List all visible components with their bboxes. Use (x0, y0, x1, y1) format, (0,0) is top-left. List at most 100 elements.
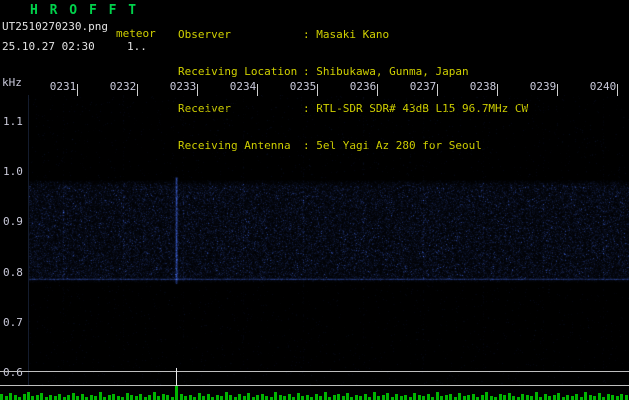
signal-bar (337, 394, 340, 400)
freq-unit-label: kHz (2, 76, 22, 89)
signal-bar (4, 396, 8, 400)
signal-bar (247, 393, 251, 400)
minute-tick (137, 84, 138, 96)
signal-bar (413, 393, 417, 400)
filename: UT2510270230.png (2, 20, 108, 33)
signal-bar (597, 393, 601, 400)
signal-bar (575, 394, 579, 400)
signal-bar (175, 386, 179, 400)
signal-bar (296, 393, 300, 400)
minute-tick (617, 84, 618, 96)
signal-bar (242, 396, 246, 400)
signal-bar (507, 393, 511, 400)
x-tick-label: 0240 (589, 80, 617, 93)
signal-bar (566, 395, 570, 400)
signal-bar (125, 393, 129, 400)
signal-bar (588, 395, 592, 400)
signal-bar (422, 396, 426, 400)
info-row-observer: Observer: Masaki Kano (178, 27, 528, 41)
signal-bar (359, 396, 363, 400)
info-label: Receiving Location (178, 65, 298, 79)
signal-bar (377, 396, 381, 400)
signal-bar (354, 395, 358, 400)
y-tick-label: 0.7 (3, 315, 23, 329)
signal-bar (215, 395, 219, 400)
signal-bar (332, 395, 336, 400)
signal-bar (134, 396, 138, 400)
observation-datetime: 25.10.27 02:30 (2, 40, 95, 53)
minute-tick (377, 84, 378, 96)
signal-bar (31, 396, 35, 400)
signal-bar (323, 392, 327, 400)
signal-bar (543, 394, 547, 400)
signal-bar (98, 392, 102, 400)
signal-bar (525, 395, 529, 400)
spectrogram-canvas (28, 95, 629, 385)
signal-bar (319, 396, 322, 400)
signal-bar (404, 395, 408, 400)
signal-bar (462, 396, 466, 400)
signal-bar (615, 396, 619, 400)
x-tick-label: 0239 (529, 80, 557, 93)
signal-bar (9, 393, 12, 400)
signal-bar (584, 392, 588, 400)
signal-bar (593, 396, 597, 400)
signal-bar (49, 395, 53, 400)
info-value: Shibukawa, Gunma, Japan (316, 65, 469, 79)
minute-tick (257, 84, 258, 96)
signal-bar (345, 393, 349, 400)
signal-bars-strip (0, 386, 629, 400)
x-tick-label: 0238 (469, 80, 497, 93)
signal-bar (552, 395, 556, 400)
signal-bar (265, 396, 269, 400)
spectrogram-bottom-divider (0, 371, 629, 372)
signal-bar (206, 394, 210, 400)
signal-bar (467, 395, 471, 400)
signal-bar (166, 395, 170, 400)
signal-bar (184, 396, 188, 400)
signal-bar (238, 394, 242, 400)
signal-bar (157, 396, 161, 400)
signal-bar (13, 395, 17, 400)
signal-bar (440, 396, 444, 400)
signal-bar (449, 394, 453, 400)
signal-bar (0, 394, 3, 400)
plot-left-edge (28, 95, 29, 385)
info-row-location: Receiving Location: Shibukawa, Gunma, Ja… (178, 65, 528, 79)
signal-bar (458, 393, 462, 400)
signal-bar (395, 394, 399, 400)
signal-bar (130, 395, 134, 400)
y-tick-label: 1.0 (3, 165, 23, 179)
signal-bar (512, 396, 516, 400)
signal-bar (399, 396, 403, 400)
signal-bar (444, 395, 448, 400)
signal-bar (139, 394, 143, 400)
signal-bar (27, 392, 30, 400)
y-tick-label: 0.6 (3, 365, 23, 379)
signal-bar (94, 396, 98, 400)
signal-bar (471, 394, 475, 400)
signal-bar (107, 395, 111, 400)
signal-bar (220, 396, 224, 400)
signal-bar (305, 395, 309, 400)
signal-bar (606, 394, 610, 400)
y-tick-label: 0.9 (3, 215, 23, 229)
signal-bar (152, 392, 156, 400)
signal-bar (256, 395, 260, 400)
signal-bar (530, 396, 534, 400)
minute-tick (557, 84, 558, 96)
signal-bar (53, 396, 57, 400)
minute-tick (77, 84, 78, 96)
hrofft-window: H R O F F T UT2510270230.png meteor 25.1… (0, 0, 629, 400)
signal-bar (557, 393, 561, 400)
info-value: Masaki Kano (316, 27, 390, 41)
signal-bar (229, 395, 233, 400)
signal-bar (435, 392, 439, 400)
signal-bar (624, 395, 628, 400)
x-tick-label: 0237 (409, 80, 437, 93)
signal-bar (35, 395, 39, 400)
y-tick-label: 0.8 (3, 265, 23, 279)
signal-bar (67, 395, 71, 400)
signal-bar (287, 394, 291, 400)
signal-bar (188, 395, 192, 400)
